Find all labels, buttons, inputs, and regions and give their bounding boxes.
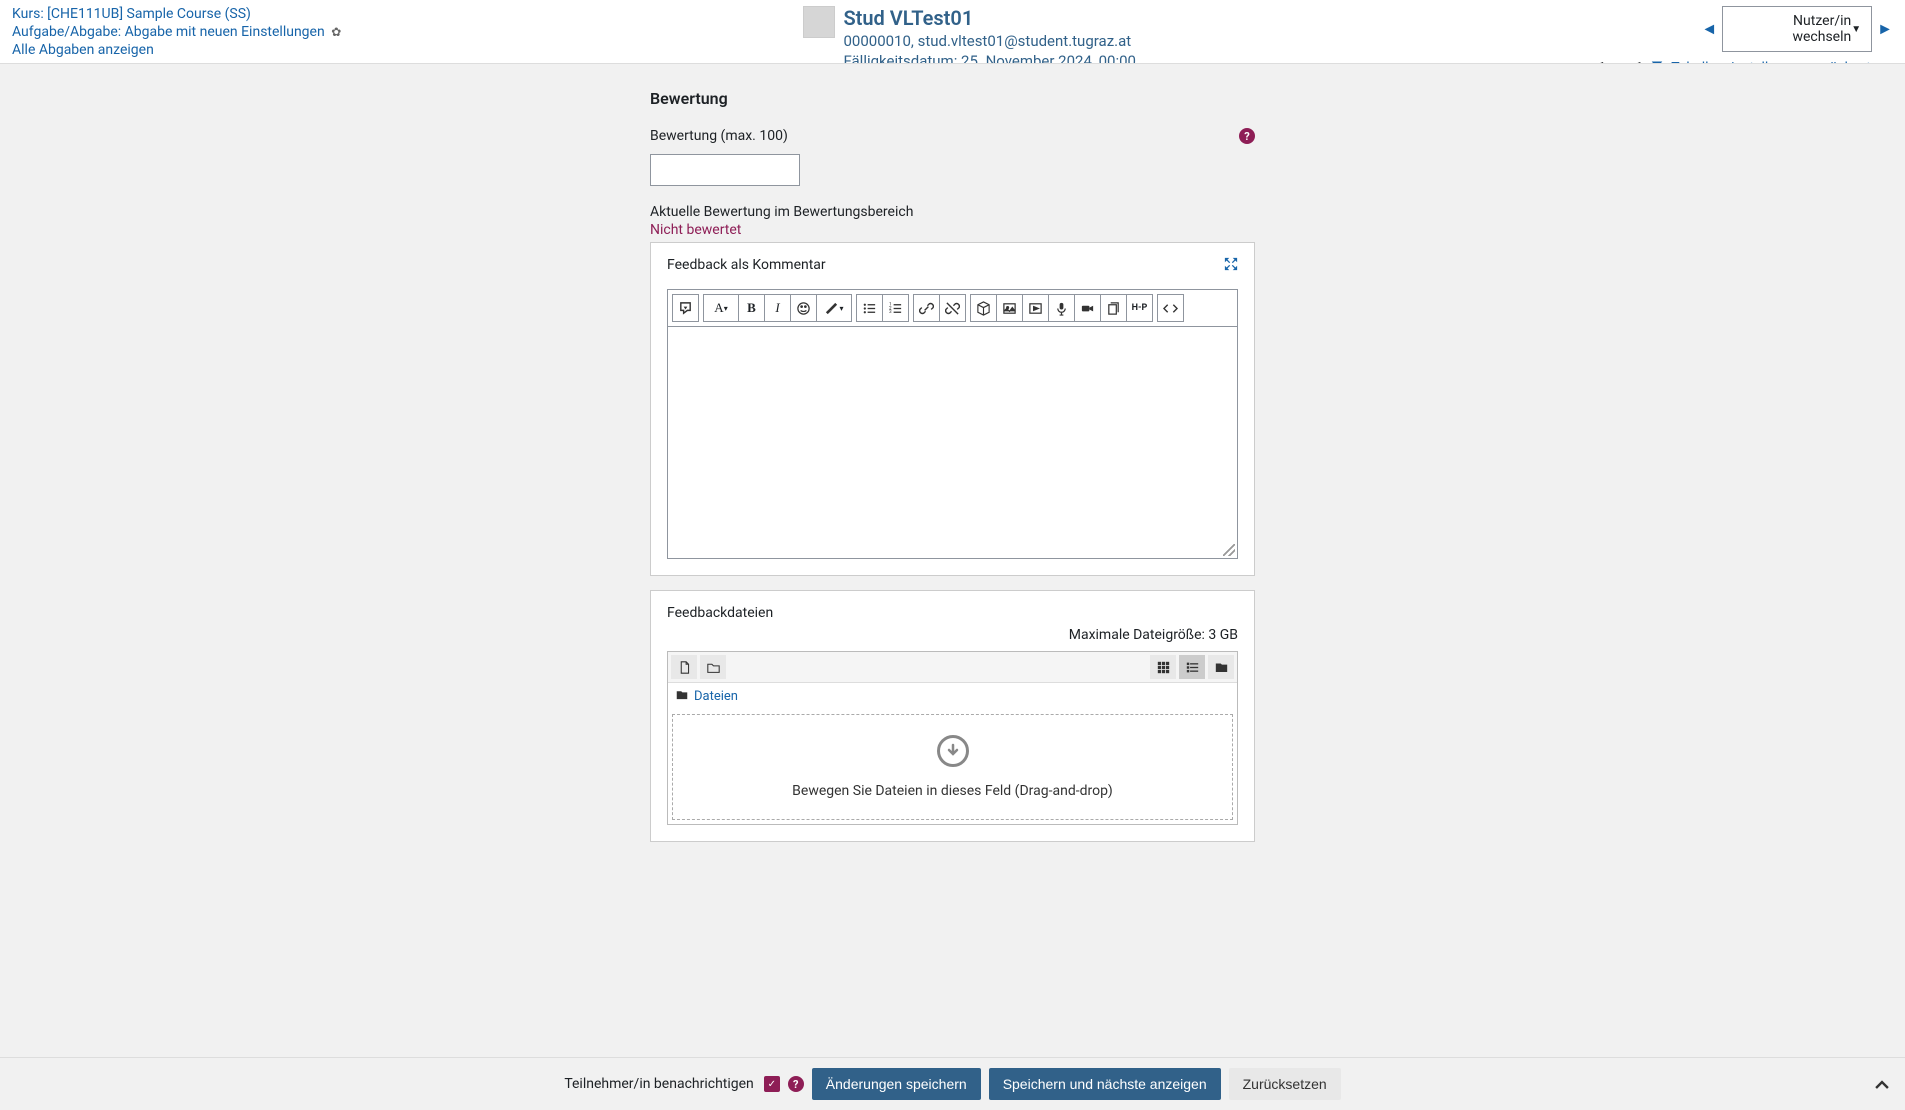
media-icon[interactable] — [1022, 294, 1049, 322]
footer-bar: Teilnehmer/in benachrichtigen ✓ ? Änderu… — [0, 1057, 1905, 1110]
chevron-down-icon: ▼ — [1851, 24, 1861, 35]
save-next-button[interactable]: Speichern und nächste anzeigen — [989, 1068, 1221, 1100]
add-file-icon[interactable] — [671, 655, 697, 679]
grading-title: Bewertung — [650, 89, 1255, 108]
view-list-icon[interactable] — [1179, 655, 1205, 679]
h5p-icon[interactable]: H-P — [1126, 294, 1153, 322]
assignment-link[interactable]: Aufgabe/Abgabe: Abgabe mit neuen Einstel… — [12, 24, 325, 40]
scroll-top-icon[interactable] — [1873, 1077, 1891, 1100]
main-content: Bewertung Bewertung (max. 100) ? Aktuell… — [0, 64, 1905, 926]
number-list-icon[interactable]: 123 — [882, 294, 909, 322]
bullet-list-icon[interactable] — [856, 294, 883, 322]
student-info: Stud VLTest01 00000010, stud.vltest01@st… — [803, 6, 1135, 63]
cube-icon[interactable] — [970, 294, 997, 322]
avatar — [803, 6, 835, 38]
code-icon[interactable] — [1157, 294, 1184, 322]
svg-text:3: 3 — [889, 309, 892, 315]
image-icon[interactable] — [996, 294, 1023, 322]
current-grade-label: Aktuelle Bewertung im Bewertungsbereich — [650, 204, 1255, 220]
prev-user-icon[interactable]: ◄ — [1701, 19, 1717, 39]
toolbar-toggle-icon[interactable] — [672, 294, 699, 322]
unlink-icon[interactable] — [939, 294, 966, 322]
emoji-icon[interactable] — [790, 294, 817, 322]
student-name[interactable]: Stud VLTest01 — [843, 6, 1135, 30]
page-header: Kurs: [CHE111UB] Sample Course (SS) Aufg… — [0, 0, 1905, 64]
user-select[interactable]: Nutzer/in wechseln ▼ — [1722, 6, 1872, 52]
dropzone-text: Bewegen Sie Dateien in dieses Feld (Drag… — [683, 783, 1222, 799]
help-icon[interactable]: ? — [788, 1076, 804, 1092]
files-icon[interactable] — [1100, 294, 1127, 322]
grade-input[interactable] — [650, 154, 800, 186]
bold-icon[interactable]: B — [738, 294, 765, 322]
mic-icon[interactable] — [1048, 294, 1075, 322]
file-manager: Dateien Bewegen Sie Dateien in dieses Fe… — [667, 651, 1238, 825]
feedback-title: Feedback als Kommentar — [667, 257, 826, 275]
not-graded-text: Nicht bewertet — [650, 222, 1255, 238]
feedback-textarea[interactable] — [667, 327, 1238, 559]
highlight-icon[interactable]: ▾ — [816, 294, 852, 322]
grade-label: Bewertung (max. 100) — [650, 128, 788, 144]
link-icon[interactable] — [913, 294, 940, 322]
files-root-link[interactable]: Dateien — [694, 689, 738, 704]
notify-label: Teilnehmer/in benachrichtigen — [564, 1076, 753, 1092]
reset-button[interactable]: Zurücksetzen — [1229, 1068, 1341, 1100]
next-user-icon[interactable]: ► — [1877, 19, 1893, 39]
help-icon[interactable]: ? — [1239, 128, 1255, 144]
files-title: Feedbackdateien — [651, 591, 1254, 627]
save-button[interactable]: Änderungen speichern — [812, 1068, 981, 1100]
download-arrow-icon — [937, 735, 969, 767]
view-tree-icon[interactable] — [1208, 655, 1234, 679]
all-submissions-link[interactable]: Alle Abgaben anzeigen — [12, 42, 341, 58]
gear-icon[interactable]: ✿ — [331, 25, 341, 39]
max-size-text: Maximale Dateigröße: 3 GB — [651, 627, 1254, 651]
resize-handle-icon[interactable] — [1223, 544, 1235, 556]
due-date: Fälligkeitsdatum: 25. November 2024, 00:… — [843, 52, 1135, 64]
student-meta: 00000010, stud.vltest01@student.tugraz.a… — [843, 32, 1135, 50]
editor-toolbar: A ▾ B I ▾ — [667, 289, 1238, 327]
folder-icon — [676, 689, 688, 704]
breadcrumb: Kurs: [CHE111UB] Sample Course (SS) Aufg… — [12, 6, 341, 63]
expand-icon[interactable] — [1224, 257, 1238, 275]
files-panel: Feedbackdateien Maximale Dateigröße: 3 G… — [650, 590, 1255, 842]
navigation-controls: ◄ Nutzer/in wechseln ▼ ► 1 von 1 Tabelle… — [1598, 6, 1893, 63]
video-icon[interactable] — [1074, 294, 1101, 322]
dropzone[interactable]: Bewegen Sie Dateien in dieses Feld (Drag… — [672, 714, 1233, 820]
italic-icon[interactable]: I — [764, 294, 791, 322]
course-link[interactable]: Kurs: [CHE111UB] Sample Course (SS) — [12, 6, 341, 22]
font-style-icon[interactable]: A ▾ — [703, 294, 739, 322]
create-folder-icon[interactable] — [700, 655, 726, 679]
feedback-panel: Feedback als Kommentar A ▾ — [650, 242, 1255, 576]
view-icons-icon[interactable] — [1150, 655, 1176, 679]
checkbox-checked-icon[interactable]: ✓ — [764, 1076, 780, 1092]
